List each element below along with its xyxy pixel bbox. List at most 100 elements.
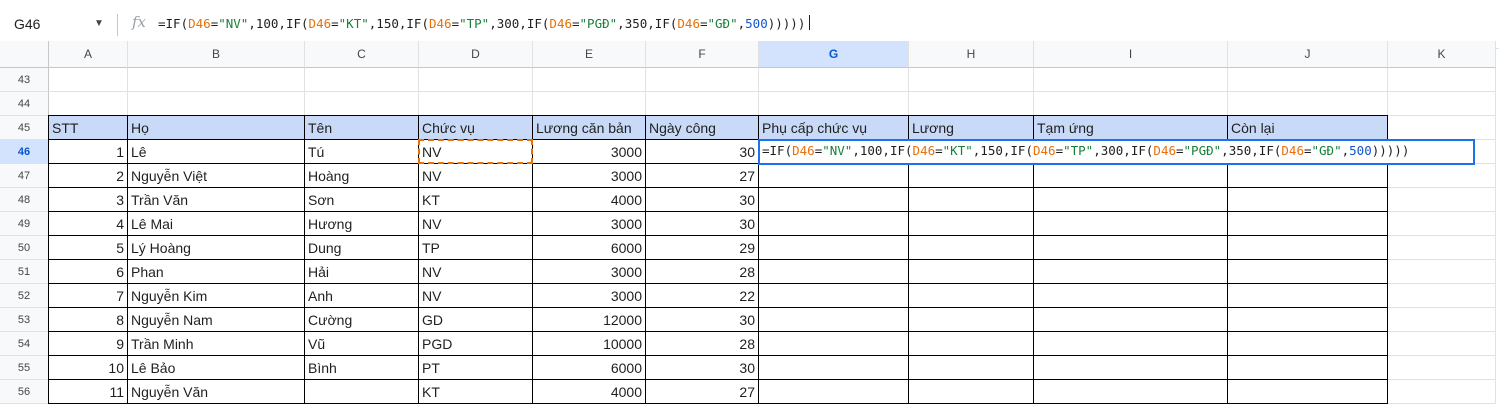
column-header-k[interactable]: K xyxy=(1388,41,1496,68)
cell-h52[interactable] xyxy=(909,284,1034,308)
cell-j52[interactable] xyxy=(1228,284,1388,308)
cell-a53[interactable]: 8 xyxy=(49,308,128,332)
row-header-49[interactable]: 49 xyxy=(0,212,49,236)
cell-d53[interactable]: GD xyxy=(419,308,533,332)
cell-j50[interactable] xyxy=(1228,236,1388,260)
row-header-43[interactable]: 43 xyxy=(0,68,49,92)
cell-a46[interactable]: 1 xyxy=(49,140,128,164)
cell-g45[interactable]: Phụ cấp chức vụ xyxy=(759,116,909,140)
cell-c48[interactable]: Sơn xyxy=(305,188,419,212)
row-header-46[interactable]: 46 xyxy=(0,140,49,164)
cell-f49[interactable]: 30 xyxy=(646,212,759,236)
cell-k56[interactable] xyxy=(1388,380,1496,404)
cell-g51[interactable] xyxy=(759,260,909,284)
cell-h55[interactable] xyxy=(909,356,1034,380)
cell-f56[interactable]: 27 xyxy=(646,380,759,404)
cell-k51[interactable] xyxy=(1388,260,1496,284)
cell-d51[interactable]: NV xyxy=(419,260,533,284)
cell-f51[interactable]: 28 xyxy=(646,260,759,284)
cell-c50[interactable]: Dung xyxy=(305,236,419,260)
cell-a52[interactable]: 7 xyxy=(49,284,128,308)
cell-a50[interactable]: 5 xyxy=(49,236,128,260)
cell-k47[interactable] xyxy=(1388,164,1496,188)
cell-k44[interactable] xyxy=(1388,92,1496,116)
cell-g43[interactable] xyxy=(759,68,909,92)
cell-d50[interactable]: TP xyxy=(419,236,533,260)
column-header-d[interactable]: D xyxy=(419,41,533,68)
cell-b46[interactable]: Lê xyxy=(128,140,305,164)
cell-i55[interactable] xyxy=(1034,356,1228,380)
column-header-e[interactable]: E xyxy=(533,41,646,68)
cell-a55[interactable]: 10 xyxy=(49,356,128,380)
column-header-h[interactable]: H xyxy=(909,41,1034,68)
cell-h48[interactable] xyxy=(909,188,1034,212)
column-header-a[interactable]: A xyxy=(49,41,128,68)
cell-j49[interactable] xyxy=(1228,212,1388,236)
cell-e55[interactable]: 6000 xyxy=(533,356,646,380)
cell-editor[interactable]: =IF(D46="NV",100,IF(D46="KT",150,IF(D46=… xyxy=(758,139,1475,165)
row-header-56[interactable]: 56 xyxy=(0,380,49,404)
chevron-down-icon[interactable]: ▼ xyxy=(94,18,104,29)
cell-a45[interactable]: STT xyxy=(49,116,128,140)
cell-c56[interactable] xyxy=(305,380,419,404)
cell-d45[interactable]: Chức vụ xyxy=(419,116,533,140)
cell-j51[interactable] xyxy=(1228,260,1388,284)
row-header-55[interactable]: 55 xyxy=(0,356,49,380)
cell-b50[interactable]: Lý Hoàng xyxy=(128,236,305,260)
cell-b54[interactable]: Trần Minh xyxy=(128,332,305,356)
column-header-b[interactable]: B xyxy=(128,41,305,68)
cell-g49[interactable] xyxy=(759,212,909,236)
cell-c44[interactable] xyxy=(305,92,419,116)
row-header-48[interactable]: 48 xyxy=(0,188,49,212)
cell-f45[interactable]: Ngày công xyxy=(646,116,759,140)
cell-k45[interactable] xyxy=(1388,116,1496,140)
cell-f53[interactable]: 30 xyxy=(646,308,759,332)
cell-j48[interactable] xyxy=(1228,188,1388,212)
name-box[interactable]: G46 xyxy=(14,16,40,32)
cell-b51[interactable]: Phan xyxy=(128,260,305,284)
cell-c55[interactable]: Bình xyxy=(305,356,419,380)
cell-d52[interactable]: NV xyxy=(419,284,533,308)
row-header-53[interactable]: 53 xyxy=(0,308,49,332)
cell-e47[interactable]: 3000 xyxy=(533,164,646,188)
column-header-i[interactable]: I xyxy=(1034,41,1228,68)
cell-f44[interactable] xyxy=(646,92,759,116)
row-header-54[interactable]: 54 xyxy=(0,332,49,356)
cell-d46[interactable]: NV xyxy=(419,140,533,164)
cell-h51[interactable] xyxy=(909,260,1034,284)
cell-i51[interactable] xyxy=(1034,260,1228,284)
cell-g52[interactable] xyxy=(759,284,909,308)
cell-e44[interactable] xyxy=(533,92,646,116)
cell-g56[interactable] xyxy=(759,380,909,404)
cell-a54[interactable]: 9 xyxy=(49,332,128,356)
cell-i43[interactable] xyxy=(1034,68,1228,92)
cell-c45[interactable]: Tên xyxy=(305,116,419,140)
cell-c47[interactable]: Hoàng xyxy=(305,164,419,188)
cell-c52[interactable]: Anh xyxy=(305,284,419,308)
cell-c53[interactable]: Cường xyxy=(305,308,419,332)
cell-j54[interactable] xyxy=(1228,332,1388,356)
cell-i53[interactable] xyxy=(1034,308,1228,332)
cell-j55[interactable] xyxy=(1228,356,1388,380)
cell-k53[interactable] xyxy=(1388,308,1496,332)
select-all-corner[interactable] xyxy=(0,41,49,68)
column-header-f[interactable]: F xyxy=(646,41,759,68)
cell-e50[interactable]: 6000 xyxy=(533,236,646,260)
cell-b52[interactable]: Nguyễn Kim xyxy=(128,284,305,308)
cell-j45[interactable]: Còn lại xyxy=(1228,116,1388,140)
cell-c46[interactable]: Tú xyxy=(305,140,419,164)
cell-e51[interactable]: 3000 xyxy=(533,260,646,284)
cell-h49[interactable] xyxy=(909,212,1034,236)
cell-i48[interactable] xyxy=(1034,188,1228,212)
cell-b44[interactable] xyxy=(128,92,305,116)
cell-b47[interactable]: Nguyễn Việt xyxy=(128,164,305,188)
cell-e56[interactable]: 4000 xyxy=(533,380,646,404)
cell-g47[interactable] xyxy=(759,164,909,188)
cell-i44[interactable] xyxy=(1034,92,1228,116)
cell-i54[interactable] xyxy=(1034,332,1228,356)
cell-d43[interactable] xyxy=(419,68,533,92)
cell-f48[interactable]: 30 xyxy=(646,188,759,212)
cell-f46[interactable]: 30 xyxy=(646,140,759,164)
cell-d49[interactable]: NV xyxy=(419,212,533,236)
cell-h43[interactable] xyxy=(909,68,1034,92)
